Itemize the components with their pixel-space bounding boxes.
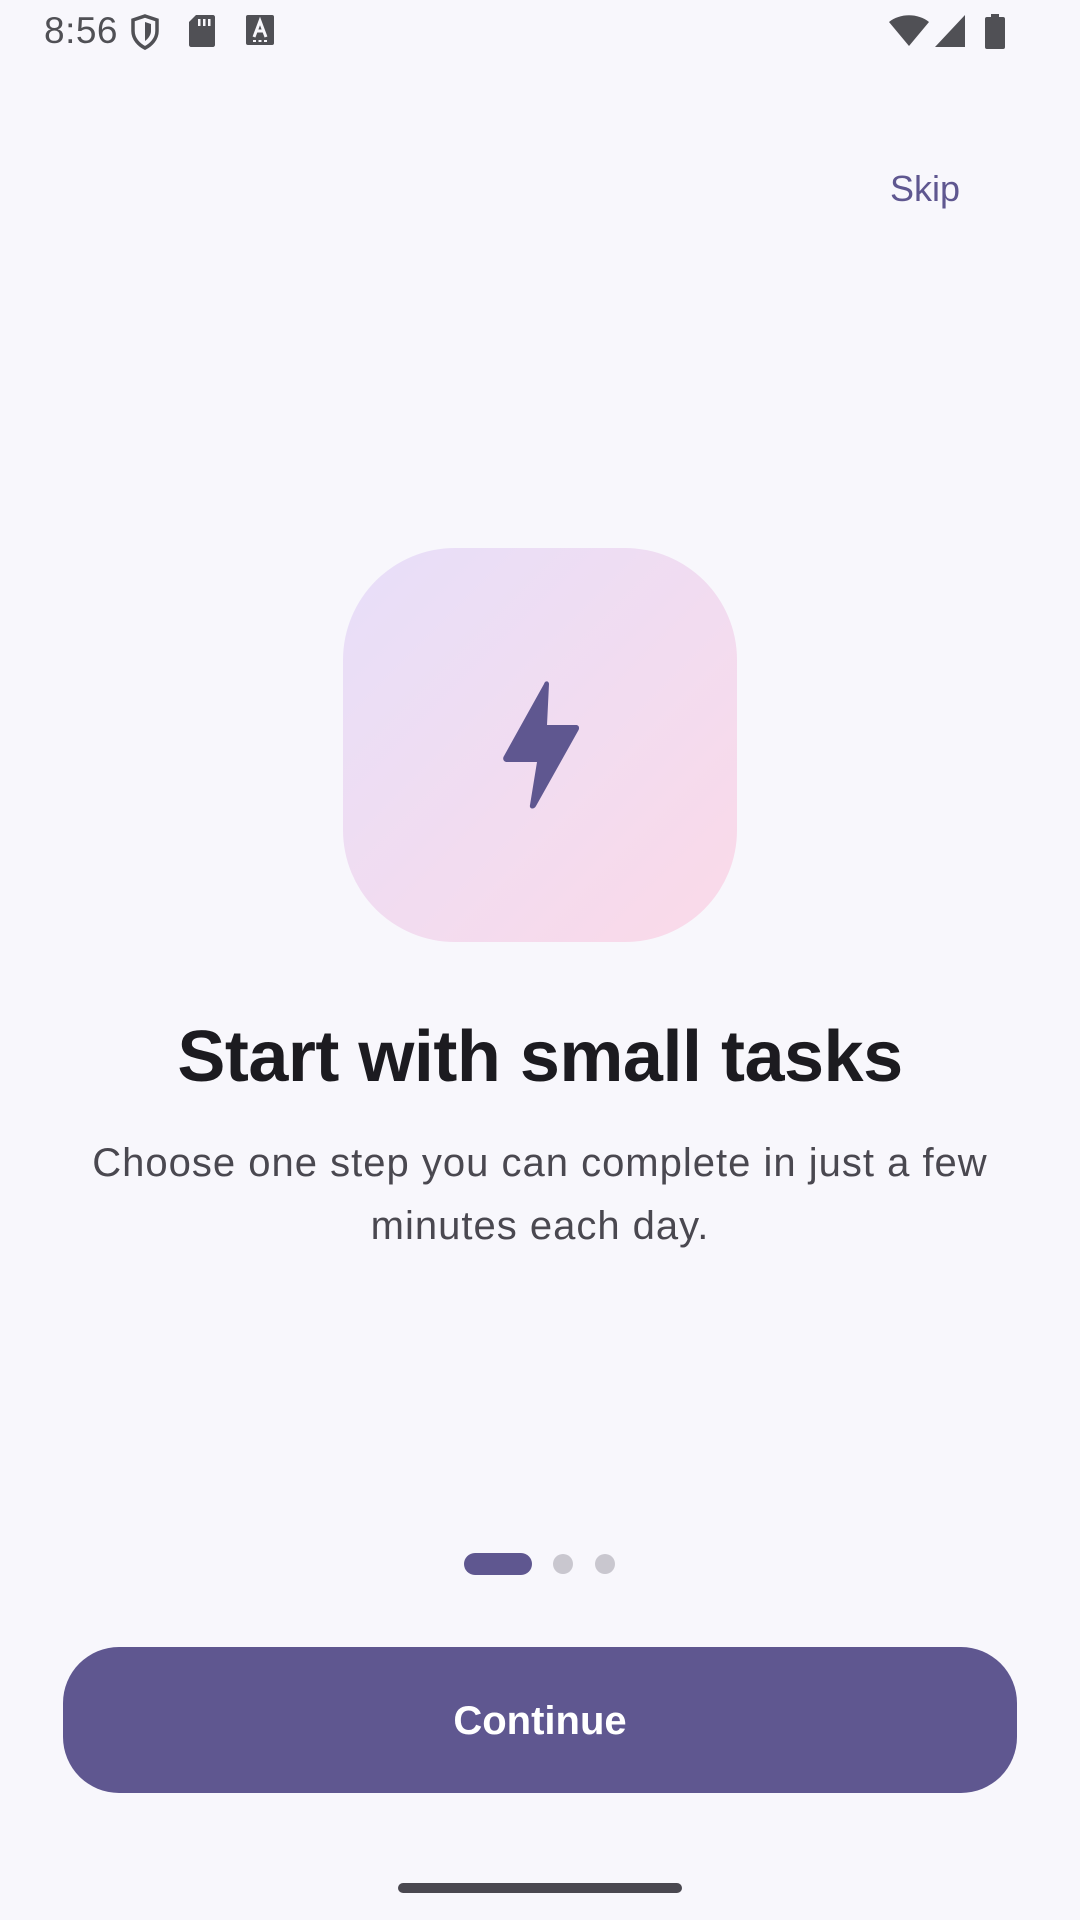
page-indicator-dot — [595, 1554, 615, 1574]
status-bar: 8:56 — [0, 0, 1080, 64]
onboarding-subtitle: Choose one step you can complete in just… — [92, 1141, 988, 1248]
skip-button[interactable]: Skip — [882, 164, 968, 214]
lightning-bolt-icon — [503, 681, 580, 809]
sd-card-icon — [188, 14, 216, 53]
text-a-icon — [245, 14, 275, 51]
signal-icon — [934, 14, 966, 53]
page-indicator-dot — [553, 1554, 573, 1574]
shield-icon — [130, 14, 160, 55]
battery-icon — [984, 14, 1006, 55]
page-indicator-dot-active — [464, 1553, 532, 1575]
continue-button[interactable]: Continue — [63, 1647, 1017, 1793]
wifi-icon — [888, 14, 930, 53]
onboarding-title: Start with small tasks — [177, 1017, 903, 1097]
hero-illustration — [343, 548, 737, 942]
page-indicator — [0, 1553, 1080, 1575]
home-indicator[interactable] — [398, 1883, 682, 1893]
status-time: 8:56 — [44, 10, 119, 51]
